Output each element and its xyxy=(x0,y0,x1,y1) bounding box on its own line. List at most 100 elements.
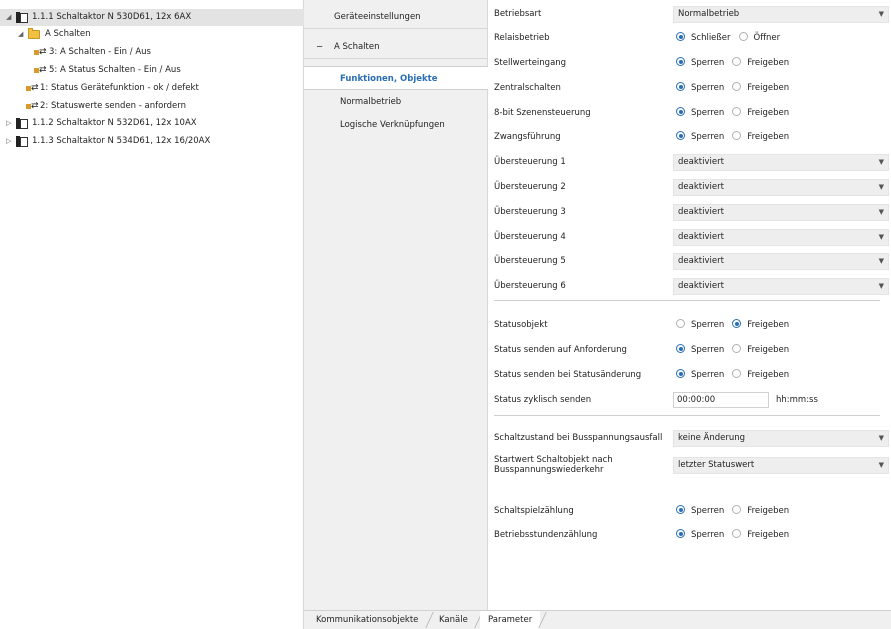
param-row-status-zyklisch: Status zyklisch senden 00:00:00 hh:mm:ss xyxy=(488,389,891,411)
nav-item-normal[interactable]: Normalbetrieb xyxy=(304,90,487,114)
radio-dot[interactable] xyxy=(732,107,742,116)
radio-freigeben[interactable]: Freigeben xyxy=(732,339,789,361)
radio-dot[interactable] xyxy=(732,369,742,378)
param-label: Statusobjekt xyxy=(494,320,548,330)
radio-dot[interactable] xyxy=(732,82,742,91)
radio-schliesser[interactable]: Schließer xyxy=(676,27,731,49)
param-label: Startwert Schaltobjekt nach Busspannungs… xyxy=(494,455,613,477)
param-label: Status senden auf Anforderung xyxy=(494,345,627,355)
radio-dot[interactable] xyxy=(676,505,685,514)
radio-freigeben[interactable]: Freigeben xyxy=(732,500,789,522)
radio-dot[interactable] xyxy=(732,529,742,538)
radio-sperren[interactable]: Sperren xyxy=(676,126,724,148)
device-tree-pane: ◢ 1.1.1 Schaltaktor N 530D61, 12x 6AX ◢ … xyxy=(0,0,304,629)
betriebsart-dropdown[interactable]: Normalbetrieb ▼ xyxy=(673,6,889,23)
radio-label: Freigeben xyxy=(747,345,790,355)
tree-item-object-1[interactable]: ⇄ 1: Status Gerätefunktion - ok / defekt xyxy=(0,80,304,97)
tab-parameter[interactable]: Parameter xyxy=(480,611,541,629)
radio-sperren[interactable]: Sperren xyxy=(676,102,724,124)
tree-item-device-1-1-3[interactable]: ▷ 1.1.3 Schaltaktor N 534D61, 12x 16/20A… xyxy=(0,133,304,150)
statusobjekt-radio-group: Sperren Freigeben xyxy=(676,314,797,336)
uebersteuerung-4-dropdown[interactable]: deaktiviert ▼ xyxy=(673,229,889,246)
radio-dot[interactable] xyxy=(676,529,685,538)
nav-item-label: Logische Verknüpfungen xyxy=(340,120,445,130)
radio-sperren[interactable]: Sperren xyxy=(676,500,724,522)
busspannungsausfall-dropdown[interactable]: keine Änderung ▼ xyxy=(673,430,889,447)
zentralschalten-radio-group: Sperren Freigeben xyxy=(676,77,797,99)
radio-dot[interactable] xyxy=(732,344,742,353)
param-label: Relaisbetrieb xyxy=(494,33,550,43)
status-zyklisch-input[interactable]: 00:00:00 xyxy=(673,392,769,408)
radio-freigeben[interactable]: Freigeben xyxy=(732,102,789,124)
param-row-busspannungsausfall: Schaltzustand bei Busspannungsausfall ke… xyxy=(488,427,891,449)
radio-dot[interactable] xyxy=(676,344,685,353)
radio-dot[interactable] xyxy=(676,32,685,41)
radio-label: Freigeben xyxy=(747,83,790,93)
tree-item-device-1-1-2[interactable]: ▷ 1.1.2 Schaltaktor N 532D61, 12x 10AX xyxy=(0,115,304,132)
nav-group-channel-a[interactable]: − A Schalten xyxy=(304,35,487,59)
uebersteuerung-5-dropdown[interactable]: deaktiviert ▼ xyxy=(673,253,889,270)
tree-item-object-5[interactable]: ⇄ 5: A Status Schalten - Ein / Aus xyxy=(0,62,304,79)
radio-label: Freigeben xyxy=(747,530,790,540)
radio-dot[interactable] xyxy=(676,57,685,66)
uebersteuerung-2-dropdown[interactable]: deaktiviert ▼ xyxy=(673,179,889,196)
radio-freigeben[interactable]: Freigeben xyxy=(732,364,789,386)
device-icon xyxy=(16,12,28,23)
tab-kanaele[interactable]: Kanäle xyxy=(439,611,468,629)
radio-sperren[interactable]: Sperren xyxy=(676,314,724,336)
collapse-arrow-icon[interactable]: ▷ xyxy=(6,115,11,132)
unit-label: hh:mm:ss xyxy=(776,395,818,405)
radio-freigeben[interactable]: Freigeben xyxy=(732,524,789,546)
radio-sperren[interactable]: Sperren xyxy=(676,524,724,546)
startwert-dropdown[interactable]: letzter Statuswert ▼ xyxy=(673,457,889,474)
param-label: Betriebsstundenzählung xyxy=(494,530,598,540)
expand-arrow-icon[interactable]: ◢ xyxy=(6,9,11,26)
collapse-minus-icon[interactable]: − xyxy=(316,35,323,59)
radio-dot[interactable] xyxy=(732,505,742,514)
param-label: Stellwerteingang xyxy=(494,58,567,68)
radio-dot[interactable] xyxy=(732,319,742,328)
param-row-uebersteuerung-3: Übersteuerung 3 deaktiviert ▼ xyxy=(488,201,891,223)
radio-sperren[interactable]: Sperren xyxy=(676,339,724,361)
tree-item-object-3[interactable]: ⇄ 3: A Schalten - Ein / Aus xyxy=(0,44,304,61)
radio-dot[interactable] xyxy=(676,82,685,91)
tab-kommunikationsobjekte[interactable]: Kommunikationsobjekte xyxy=(316,611,418,629)
radio-freigeben[interactable]: Freigeben xyxy=(732,52,789,74)
radio-dot[interactable] xyxy=(738,32,748,41)
chevron-down-icon: ▼ xyxy=(878,461,884,469)
tree-item-object-2[interactable]: ⇄ 2: Statuswerte senden - anfordern xyxy=(0,98,304,115)
param-row-relaisbetrieb: Relaisbetrieb Schließer Öffner xyxy=(488,27,891,49)
param-row-uebersteuerung-1: Übersteuerung 1 deaktiviert ▼ xyxy=(488,151,891,173)
radio-freigeben[interactable]: Freigeben xyxy=(732,126,789,148)
param-row-zwangsfuehrung: Zwangsführung Sperren Freigeben xyxy=(488,126,891,148)
tree-item-label: 2: Statuswerte senden - anfordern xyxy=(40,101,187,111)
param-row-startwert: Startwert Schaltobjekt nach Busspannungs… xyxy=(488,454,891,476)
radio-dot[interactable] xyxy=(732,57,742,66)
tree-item-device-1-1-1[interactable]: ◢ 1.1.1 Schaltaktor N 530D61, 12x 6AX xyxy=(0,9,304,26)
radio-dot[interactable] xyxy=(676,369,685,378)
nav-item-functions[interactable]: Funktionen, Objekte xyxy=(304,66,488,90)
tree-item-channel-a[interactable]: ◢ A Schalten xyxy=(0,26,304,43)
radio-sperren[interactable]: Sperren xyxy=(676,77,724,99)
radio-oeffner[interactable]: Öffner xyxy=(738,27,780,49)
section-divider xyxy=(494,300,880,301)
nav-item-device-settings[interactable]: Geräteeinstellungen xyxy=(304,5,487,29)
collapse-arrow-icon[interactable]: ▷ xyxy=(6,133,11,150)
radio-dot[interactable] xyxy=(676,131,685,140)
radio-dot[interactable] xyxy=(676,107,685,116)
radio-freigeben[interactable]: Freigeben xyxy=(732,77,789,99)
uebersteuerung-3-dropdown[interactable]: deaktiviert ▼ xyxy=(673,204,889,221)
radio-sperren[interactable]: Sperren xyxy=(676,52,724,74)
uebersteuerung-1-dropdown[interactable]: deaktiviert ▼ xyxy=(673,154,889,171)
radio-dot[interactable] xyxy=(732,131,742,140)
uebersteuerung-6-dropdown[interactable]: deaktiviert ▼ xyxy=(673,278,889,295)
param-label: Übersteuerung 3 xyxy=(494,207,566,217)
param-label: Status zyklisch senden xyxy=(494,395,592,405)
radio-freigeben[interactable]: Freigeben xyxy=(732,314,789,336)
radio-sperren[interactable]: Sperren xyxy=(676,364,724,386)
param-row-zentralschalten: Zentralschalten Sperren Freigeben xyxy=(488,77,891,99)
nav-item-logic[interactable]: Logische Verknüpfungen xyxy=(304,113,487,137)
expand-arrow-icon[interactable]: ◢ xyxy=(18,26,23,43)
radio-dot[interactable] xyxy=(676,319,685,328)
param-row-uebersteuerung-4: Übersteuerung 4 deaktiviert ▼ xyxy=(488,226,891,248)
